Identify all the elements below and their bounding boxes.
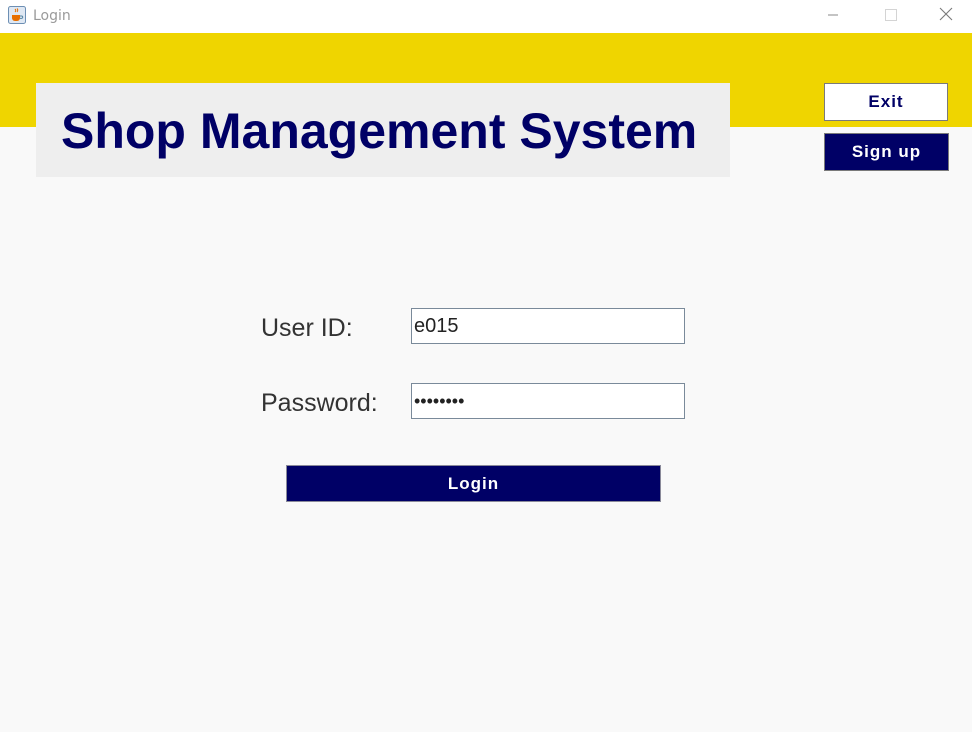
login-button[interactable]: Login xyxy=(286,465,661,502)
window-titlebar: Login xyxy=(0,0,972,33)
close-button[interactable] xyxy=(920,0,972,33)
page-title: Shop Management System xyxy=(61,103,698,159)
password-input[interactable]: •••••••• xyxy=(411,383,685,419)
java-cup-icon xyxy=(8,6,26,24)
password-label: Password: xyxy=(261,389,378,417)
minimize-icon xyxy=(827,8,839,26)
close-icon xyxy=(939,7,953,26)
user-id-label: User ID: xyxy=(261,314,353,342)
minimize-button[interactable] xyxy=(804,0,862,33)
title-panel: Shop Management System xyxy=(36,83,730,177)
exit-button[interactable]: Exit xyxy=(824,83,948,121)
user-id-input[interactable]: e015 xyxy=(411,308,685,344)
window-title: Login xyxy=(33,8,71,24)
maximize-icon xyxy=(885,8,897,26)
maximize-button[interactable] xyxy=(862,0,920,33)
sign-up-button[interactable]: Sign up xyxy=(824,133,949,171)
